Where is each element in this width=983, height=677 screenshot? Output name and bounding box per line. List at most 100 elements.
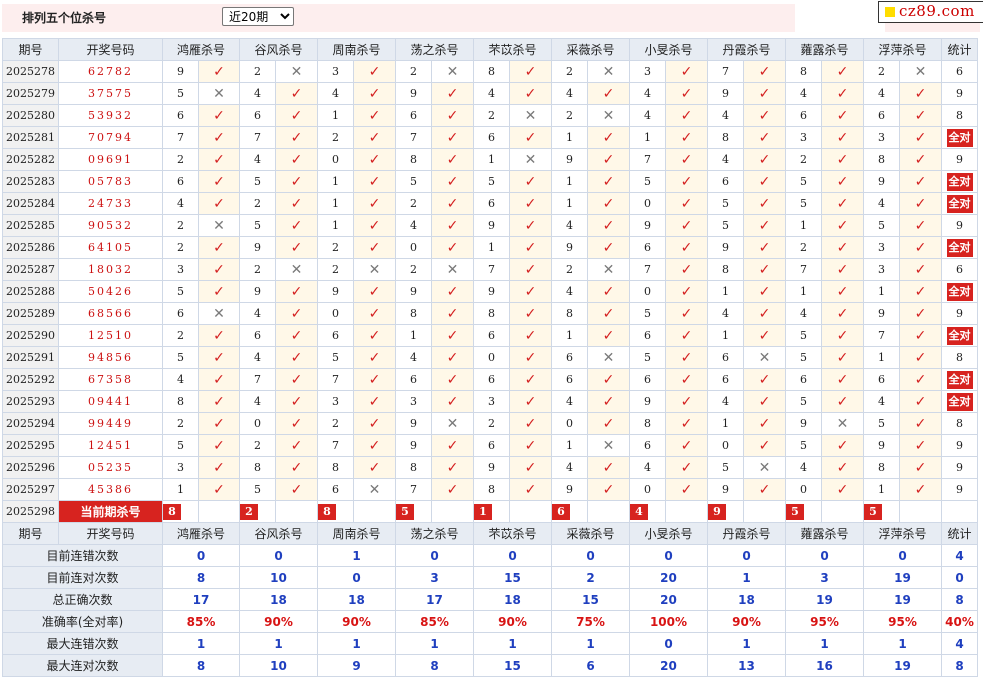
check-mark-icon: ✓ [743,368,786,391]
table-row: 2025284 24733 4 ✓ 2 ✓ 1 ✓ 2 ✓ 6 ✓ 1 ✓ 0 ✓ 5 ✓ 5 ✓ 4 ✓ 全对 [2,192,978,215]
current-period-cell: 2025298 [2,500,59,523]
check-mark-icon: ✓ [665,456,708,479]
kill-number-cell: 4 [629,456,666,479]
kill-number-cell: 4 [239,390,276,413]
kill-number-cell: 8 [473,302,510,325]
kill-number-cell: 8 [551,302,588,325]
check-mark-icon: ✓ [743,104,786,127]
stats-value: 1 [707,566,786,589]
table-row: 2025280 53932 6 ✓ 6 ✓ 1 ✓ 6 ✓ 2 ✕ 2 ✕ 4 ✓ 4 ✓ 6 ✓ 6 ✓ 8 [2,104,978,127]
check-mark-icon: ✓ [821,346,864,369]
table-row: 2025285 90532 2 ✕ 5 ✓ 1 ✓ 4 ✓ 9 ✓ 4 ✓ 9 ✓ 5 ✓ 1 ✓ 5 ✓ 9 [2,214,978,237]
cross-mark-icon: ✕ [198,302,240,325]
stats-value: 19 [863,654,942,677]
header-expert-8: 丹霞杀号 [707,38,786,61]
kill-number-cell: 1 [317,170,354,193]
winning-number-cell: 62782 [58,60,163,83]
check-mark-icon: ✓ [431,324,474,347]
header-expert-10: 浮萍杀号 [863,38,942,61]
table-row: 2025278 62782 9 ✓ 2 ✕ 3 ✓ 2 ✕ 8 ✓ 2 ✕ 3 ✓ 7 ✓ 8 ✓ 2 ✕ 6 [2,60,978,83]
stats-value: 95% [863,610,942,633]
kill-number-cell: 7 [239,126,276,149]
kill-number-cell: 2 [239,192,276,215]
check-mark-icon: ✓ [899,456,942,479]
kill-number-cell: 2 [473,104,510,127]
check-mark-icon: ✓ [431,390,474,413]
check-mark-icon: ✓ [431,280,474,303]
header-expert-3: 周南杀号 [317,38,396,61]
header-stat: 统计 [941,38,978,61]
stat-cell: 全对 [941,236,978,259]
stats-value: 40% [941,610,978,633]
kill-number-table: 期号 开奖号码 鸿雁杀号 谷风杀号 周南杀号 荡之杀号 芣苡杀号 采薇杀号 小旻杀号 丹霞杀号 蕹露… [2,38,978,677]
check-mark-icon: ✓ [353,280,396,303]
stats-value: 1 [239,632,318,655]
current-kill-spacer [665,500,708,523]
kill-number-cell: 6 [707,368,744,391]
check-mark-icon: ✓ [587,170,630,193]
stat-cell: 全对 [941,192,978,215]
kill-number-cell: 2 [551,258,588,281]
stats-value: 1 [317,544,396,567]
kill-number-cell: 2 [317,412,354,435]
stats-value: 18 [473,588,552,611]
check-mark-icon: ✓ [899,346,942,369]
check-mark-icon: ✓ [353,390,396,413]
check-mark-icon: ✓ [743,434,786,457]
kill-number-cell: 8 [395,302,432,325]
stat-cell: 6 [941,258,978,281]
kill-number-cell: 8 [629,412,666,435]
check-mark-icon: ✓ [899,324,942,347]
stats-value: 3 [785,566,864,589]
stats-value: 0 [395,544,474,567]
all-correct-badge: 全对 [946,194,973,213]
stats-value: 8 [162,566,240,589]
kill-number-cell: 6 [239,104,276,127]
check-mark-icon: ✓ [509,456,552,479]
kill-number-cell: 4 [863,192,900,215]
check-mark-icon: ✓ [821,368,864,391]
stats-label: 准确率(全对率) [2,610,163,633]
check-mark-icon: ✓ [743,60,786,83]
current-kill-spacer [431,500,474,523]
kill-number-cell: 4 [785,456,822,479]
kill-number-cell: 1 [707,280,744,303]
check-mark-icon: ✓ [899,82,942,105]
kill-number-cell: 0 [317,148,354,171]
cross-mark-icon: ✕ [899,60,942,83]
stats-row: 总正确次数 17 18 18 17 18 15 20 18 19 19 8 [2,588,978,611]
table-row: 2025292 67358 4 ✓ 7 ✓ 7 ✓ 6 ✓ 6 ✓ 6 ✓ 6 ✓ 6 ✓ 6 ✓ 6 ✓ 全对 [2,368,978,391]
stats-value: 10 [239,566,318,589]
check-mark-icon: ✓ [665,258,708,281]
header-expert-6: 采薇杀号 [551,38,630,61]
check-mark-icon: ✓ [275,104,318,127]
check-mark-icon: ✓ [509,346,552,369]
kill-number-cell: 4 [551,82,588,105]
check-mark-icon: ✓ [821,478,864,501]
kill-number-cell: 0 [707,434,744,457]
check-mark-icon: ✓ [275,412,318,435]
kill-number-cell: 9 [863,170,900,193]
kill-number-cell: 6 [629,368,666,391]
check-mark-icon: ✓ [821,258,864,281]
header-winning-number: 开奖号码 [58,38,163,61]
check-mark-icon: ✓ [275,280,318,303]
kill-number-cell: 5 [629,170,666,193]
stats-value: 17 [162,588,240,611]
kill-number-cell: 5 [863,412,900,435]
kill-number-cell: 2 [239,434,276,457]
site-logo[interactable]: cz89.com [878,1,983,23]
winning-number-cell: 09441 [58,390,163,413]
kill-number-cell: 2 [551,60,588,83]
header-expert-7: 小旻杀号 [629,38,708,61]
header-expert-10: 浮萍杀号 [863,522,942,545]
check-mark-icon: ✓ [431,126,474,149]
kill-number-cell: 9 [707,82,744,105]
kill-number-cell: 4 [239,82,276,105]
kill-number-cell: 9 [239,280,276,303]
check-mark-icon: ✓ [743,302,786,325]
check-mark-icon: ✓ [509,60,552,83]
period-range-select[interactable]: 近20期 [222,7,294,26]
kill-number-cell: 1 [707,324,744,347]
check-mark-icon: ✓ [821,236,864,259]
